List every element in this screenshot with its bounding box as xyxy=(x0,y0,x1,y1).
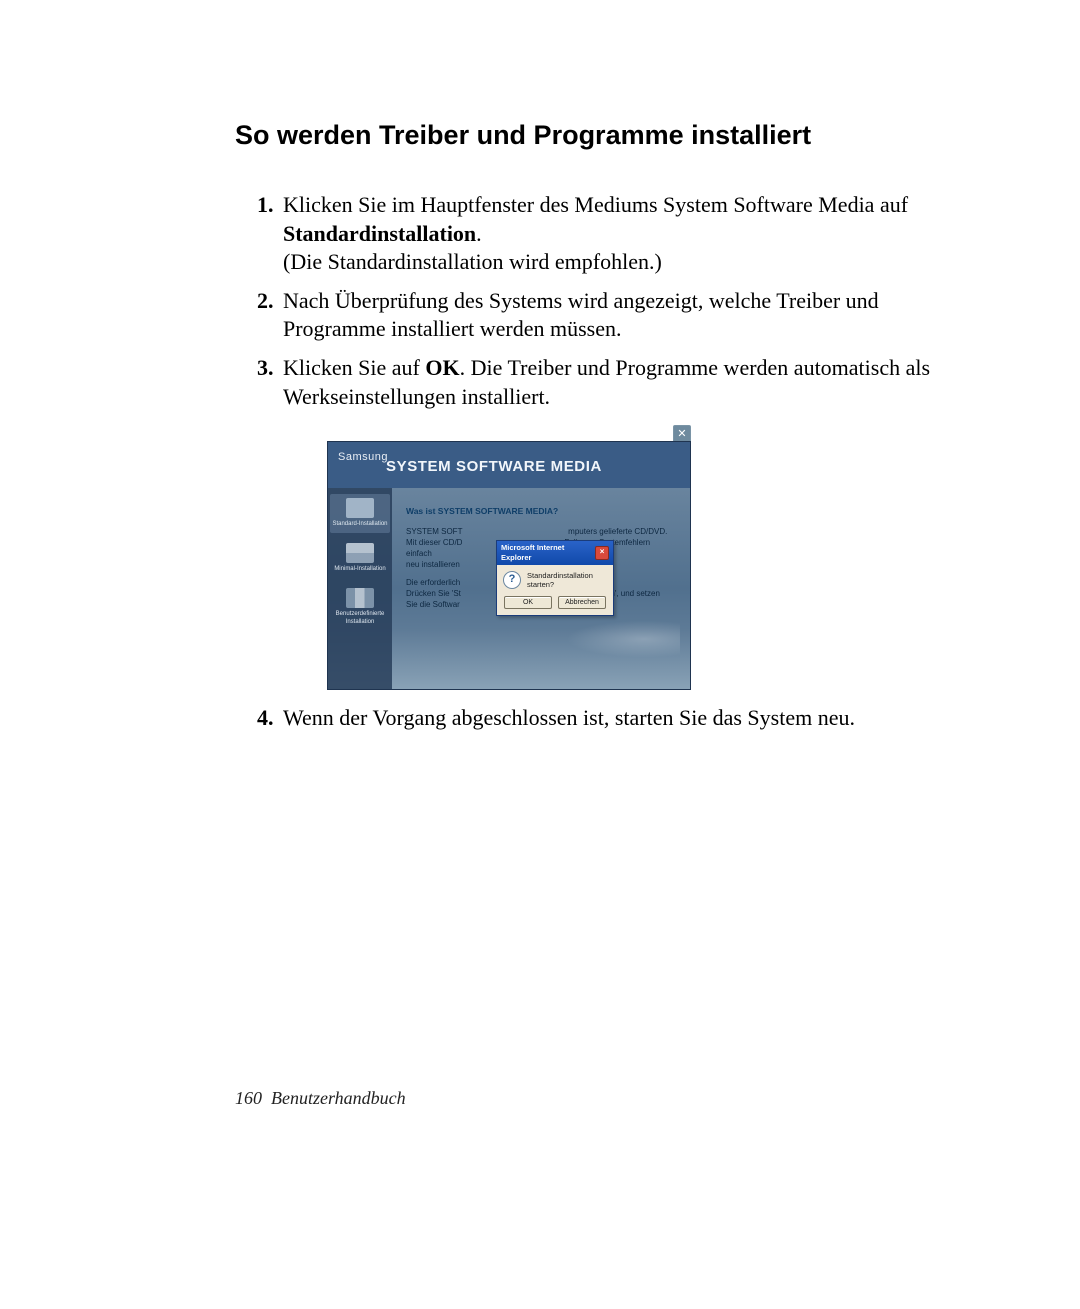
step-1: Klicken Sie im Hauptfenster des Mediums … xyxy=(279,191,960,277)
dialog-message: Standardinstallation starten? xyxy=(527,571,607,591)
step-1-bold: Standardinstallation xyxy=(283,221,476,246)
step-4-text: Wenn der Vorgang abgeschlossen ist, star… xyxy=(283,705,855,730)
dialog-body: ? Standardinstallation starten? xyxy=(497,565,613,595)
step-4: Wenn der Vorgang abgeschlossen ist, star… xyxy=(279,704,960,733)
line-fragment: Sie die Softwar xyxy=(406,600,460,609)
sidebar-item-minimal[interactable]: Minimal-Installation xyxy=(330,539,390,578)
step-3-bold: OK xyxy=(425,355,459,380)
app-body: Standard-Installation Minimal-Installati… xyxy=(328,488,690,689)
line-fragment: Drücken Sie 'St xyxy=(406,589,461,598)
sidebar-item-custom[interactable]: Benutzerdefinierte Installation xyxy=(330,584,390,631)
step-1-text-a: Klicken Sie im Hauptfenster des Mediums … xyxy=(283,192,908,217)
section-heading: So werden Treiber und Programme installi… xyxy=(235,120,960,151)
line-fragment: neu installieren xyxy=(406,560,460,569)
page-footer: 160 Benutzerhandbuch xyxy=(235,1088,406,1109)
embedded-screenshot: ✕ SamsungSYSTEM SOFTWARE MEDIA Standard-… xyxy=(327,425,691,690)
custom-install-icon xyxy=(346,588,374,608)
sidebar: Standard-Installation Minimal-Installati… xyxy=(328,488,392,689)
step-1-note: (Die Standardinstallation wird empfohlen… xyxy=(283,249,662,274)
main-panel: Was ist SYSTEM SOFTWARE MEDIA? SYSTEM SO… xyxy=(392,488,690,689)
ok-button[interactable]: OK xyxy=(504,596,552,609)
line-fragment: mputers gelieferte CD/DVD. xyxy=(568,527,667,536)
line-fragment: Die erforderlich xyxy=(406,578,460,587)
step-3: Klicken Sie auf OK. Die Treiber und Prog… xyxy=(279,354,960,690)
dialog-titlebar: Microsoft Internet Explorer × xyxy=(497,541,613,565)
line-fragment: SYSTEM SOFT xyxy=(406,527,462,536)
page-number: 160 xyxy=(235,1088,262,1108)
close-icon[interactable]: × xyxy=(595,546,609,560)
product-label: SYSTEM SOFTWARE MEDIA xyxy=(386,458,602,475)
question-icon: ? xyxy=(503,571,521,589)
app-window: SamsungSYSTEM SOFTWARE MEDIA Standard-In… xyxy=(327,441,691,690)
dialog-button-row: OK Abbrechen xyxy=(497,594,613,615)
line-fragment: Mit dieser CD/D xyxy=(406,538,462,547)
confirm-dialog: Microsoft Internet Explorer × ? Standard… xyxy=(496,540,614,616)
main-question: Was ist SYSTEM SOFTWARE MEDIA? xyxy=(406,506,678,517)
step-2-text: Nach Überprüfung des Systems wird angeze… xyxy=(283,288,879,342)
step-1-period: . xyxy=(476,221,482,246)
instruction-list: Klicken Sie im Hauptfenster des Mediums … xyxy=(235,191,960,733)
brand-label: Samsung xyxy=(338,451,388,463)
cancel-button[interactable]: Abbrechen xyxy=(558,596,606,609)
step-2: Nach Überprüfung des Systems wird angeze… xyxy=(279,287,960,344)
sidebar-item-standard[interactable]: Standard-Installation xyxy=(330,494,390,533)
step-3-text-a: Klicken Sie auf xyxy=(283,355,425,380)
sidebar-item-label: Minimal-Installation xyxy=(332,566,388,574)
dialog-title-text: Microsoft Internet Explorer xyxy=(501,543,595,563)
document-page: So werden Treiber und Programme installi… xyxy=(0,0,1080,1309)
minimal-install-icon xyxy=(346,543,374,563)
standard-install-icon xyxy=(346,498,374,518)
footer-label: Benutzerhandbuch xyxy=(271,1088,406,1108)
sidebar-item-label: Standard-Installation xyxy=(332,521,388,529)
app-header: SamsungSYSTEM SOFTWARE MEDIA xyxy=(328,442,690,488)
sidebar-item-label: Benutzerdefinierte Installation xyxy=(332,611,388,627)
